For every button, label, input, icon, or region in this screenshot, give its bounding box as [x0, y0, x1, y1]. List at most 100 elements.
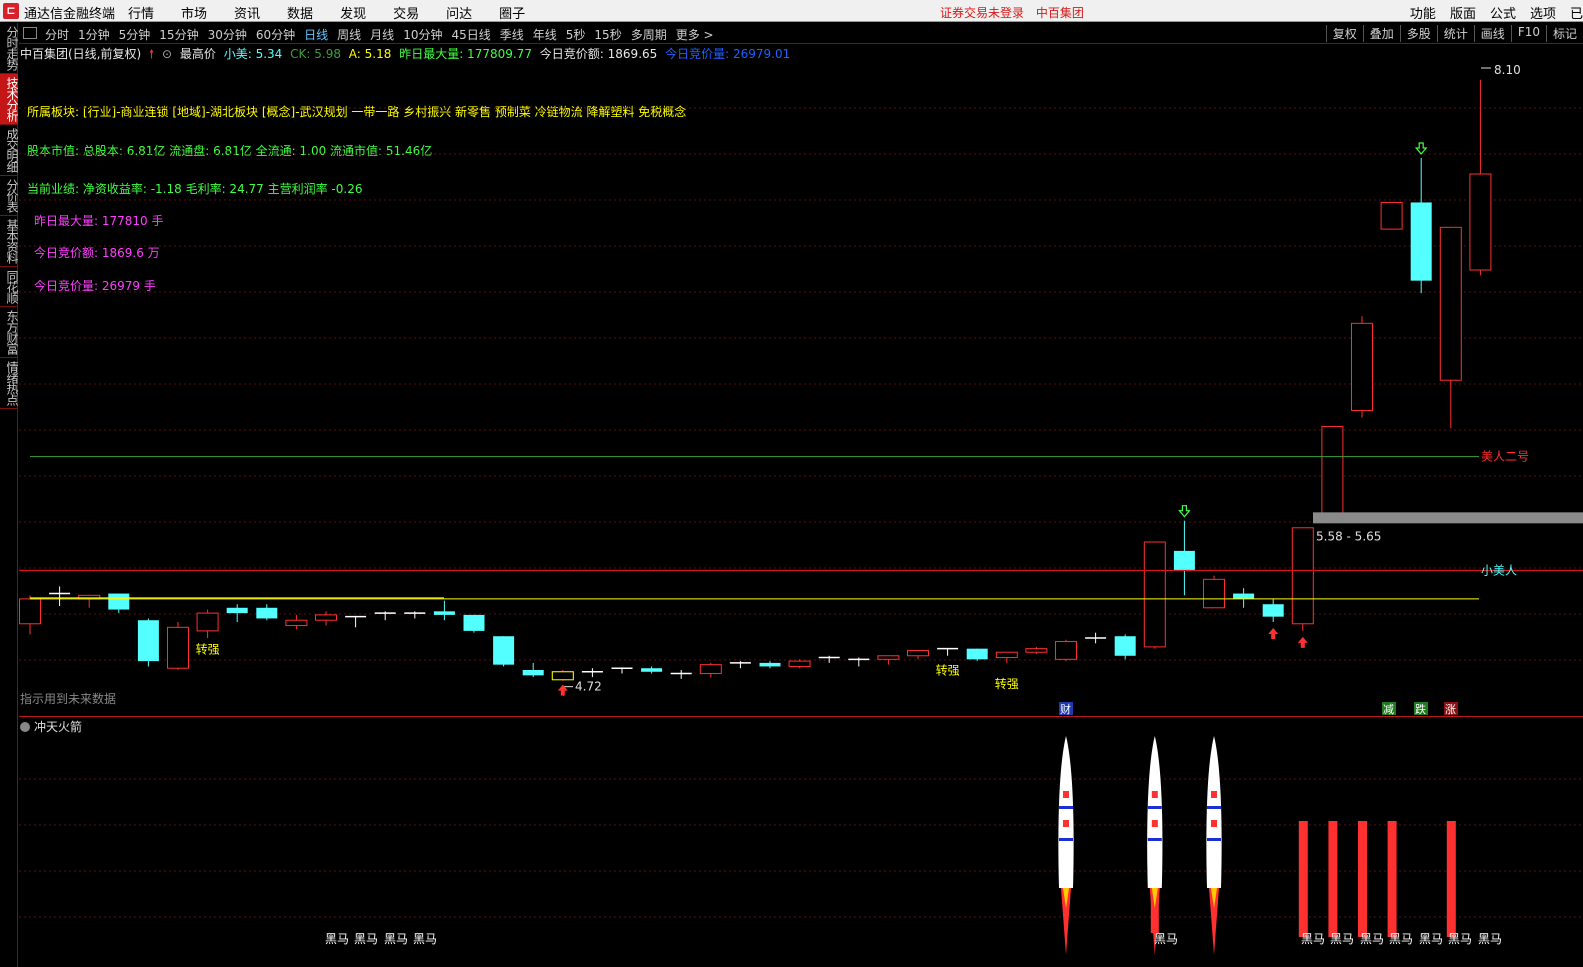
- candle-body-up: [1439, 226, 1462, 381]
- xiaomei-value: 小美: 5.34: [223, 47, 283, 61]
- meiren2-label: 美人二号: [1481, 450, 1529, 464]
- period-9[interactable]: 10分钟: [403, 26, 442, 43]
- rocket-icon-window: [1063, 791, 1069, 798]
- chart-divider: [19, 716, 1583, 717]
- tool-4[interactable]: 画线: [1473, 25, 1511, 42]
- tool-3[interactable]: 统计: [1436, 25, 1474, 42]
- sidebar-item-qingxu[interactable]: 情绪热点: [0, 358, 19, 409]
- candle-body-up: [788, 660, 811, 667]
- candle-body-up: [907, 649, 929, 657]
- candle-body-down: [1262, 604, 1284, 617]
- rocket-icon-band: [1207, 806, 1221, 809]
- period-10[interactable]: 45日线: [451, 26, 490, 43]
- marker-zhang: 涨: [1445, 703, 1456, 716]
- current-stock-name: 中百集团: [1035, 6, 1084, 20]
- menu-wenda[interactable]: 问达: [446, 3, 472, 22]
- menu-shuju[interactable]: 数据: [287, 3, 313, 22]
- heima-label: 黑马: [1389, 932, 1413, 946]
- tool-6[interactable]: 标记: [1545, 25, 1583, 42]
- menu-quanzi[interactable]: 圈子: [499, 3, 525, 22]
- a-value: A: 5.18: [348, 47, 392, 61]
- heima-label: 黑马: [1360, 932, 1384, 946]
- menu-zixun[interactable]: 资讯: [234, 3, 260, 22]
- rocket-icon-window: [1151, 820, 1158, 827]
- period-3[interactable]: 15分钟: [159, 26, 198, 43]
- menu-hangqing[interactable]: 行情: [128, 3, 154, 22]
- tool-2[interactable]: 多股: [1399, 25, 1437, 42]
- period-2[interactable]: 5分钟: [119, 26, 151, 43]
- stock-title: 中百集团(日线,前复权): [20, 47, 142, 61]
- sidebar-item-fenshi[interactable]: 分时走势: [0, 23, 19, 74]
- max-vol-value: 昨日最大量: 177809.77: [399, 47, 532, 61]
- tool-0[interactable]: 复权: [1325, 25, 1363, 42]
- indicator-menu-icon[interactable]: [20, 722, 30, 732]
- candle-body-down: [1114, 636, 1136, 656]
- menu-shichang[interactable]: 市场: [181, 3, 207, 22]
- tool-1[interactable]: 叠加: [1362, 25, 1400, 42]
- sidebar-item-dongfang[interactable]: 东方财富: [0, 307, 19, 358]
- menu-faxian[interactable]: 发现: [340, 3, 366, 22]
- period-4[interactable]: 30分钟: [208, 26, 247, 43]
- menu-xuanxiang[interactable]: 选项: [1530, 3, 1556, 22]
- heima-label: 黑马: [413, 932, 437, 946]
- candle-body-up: [1380, 201, 1403, 230]
- rocket-icon-window: [1211, 820, 1217, 827]
- candle-body-up: [1321, 425, 1344, 516]
- rocket-indicator-chart[interactable]: 黑马 黑马 黑马 黑马 黑马 黑马 黑马 黑马 黑马 黑马 黑马 黑马: [19, 733, 1583, 967]
- rocket-icon-band: [1147, 838, 1162, 841]
- candle-body-down: [256, 607, 278, 619]
- candle-body-up: [1203, 578, 1225, 609]
- sidebar-item-jishu[interactable]: 技术分析: [0, 74, 19, 125]
- heima-label: 黑马: [1478, 932, 1502, 946]
- marker-cai: 财: [1060, 702, 1071, 716]
- sidebar-item-fenjia[interactable]: 分价表: [0, 176, 19, 216]
- trade-login-status[interactable]: 证券交易未登录: [940, 6, 1024, 20]
- candle-body-up: [167, 626, 189, 669]
- marker-die: 跌: [1415, 702, 1426, 716]
- sidebar-item-chengjiao[interactable]: 成交明细: [0, 125, 19, 176]
- sidebar-item-tonghuashun[interactable]: 同花顺: [0, 267, 19, 307]
- sell-arrow-icon: [1178, 505, 1191, 518]
- rocket-icon: [1206, 736, 1222, 888]
- rocket-icon: [1147, 736, 1163, 888]
- period-12[interactable]: 年线: [533, 26, 557, 43]
- dropdown-icon[interactable]: ⊙: [162, 47, 172, 61]
- menu-gongshi[interactable]: 公式: [1490, 3, 1516, 22]
- low-price-label: 4.72: [575, 680, 602, 694]
- period-13[interactable]: 5秒: [566, 26, 586, 43]
- period-5[interactable]: 60分钟: [256, 26, 295, 43]
- menu-jiaoyi[interactable]: 交易: [393, 3, 419, 22]
- price-range-band: [1313, 512, 1583, 524]
- range-label: 5.58 - 5.65: [1316, 529, 1381, 543]
- rocket-icon-window: [1063, 820, 1069, 827]
- app-title: 通达信金融终端: [24, 7, 116, 22]
- period-6[interactable]: 日线: [304, 26, 328, 43]
- highest-price-label: 最高价: [179, 47, 216, 61]
- candle-yellow-marker: [551, 671, 574, 681]
- period-14[interactable]: 15秒: [594, 26, 621, 43]
- right-menu: 功能 版面 公式 选项 已: [1396, 3, 1583, 22]
- sidebar-item-jiben[interactable]: 基本资料: [0, 216, 19, 267]
- period-15[interactable]: 多周期: [631, 26, 667, 43]
- period-8[interactable]: 月线: [370, 26, 394, 43]
- period-1[interactable]: 1分钟: [78, 26, 110, 43]
- menu-extra[interactable]: 已: [1570, 3, 1583, 22]
- period-7[interactable]: 周线: [337, 26, 361, 43]
- menu-banmian[interactable]: 版面: [1450, 3, 1476, 22]
- rocket-icon-band: [1207, 838, 1221, 841]
- candle-body-up: [699, 664, 722, 675]
- signal-bar: [1387, 821, 1397, 937]
- sell-arrow-icon: [1414, 142, 1428, 155]
- menu-gongneng[interactable]: 功能: [1410, 3, 1436, 22]
- period-16[interactable]: 更多 >: [676, 26, 714, 43]
- period-11[interactable]: 季线: [500, 26, 524, 43]
- buy-arrow-icon: [1297, 636, 1308, 648]
- rocket-icon: [1058, 736, 1074, 888]
- tool-5[interactable]: F10: [1510, 25, 1546, 42]
- heima-label: 黑马: [354, 932, 378, 946]
- period-0[interactable]: 分时: [45, 26, 69, 43]
- layout-grid-icon[interactable]: [23, 27, 37, 39]
- bid-vol-value: 今日竞价量: 26979.01: [665, 47, 791, 61]
- candle-body-up: [1143, 541, 1166, 648]
- candlestick-chart[interactable]: 美人二号小美人5.58 - 5.658.104.72转强转强转强财减跌涨: [19, 62, 1583, 716]
